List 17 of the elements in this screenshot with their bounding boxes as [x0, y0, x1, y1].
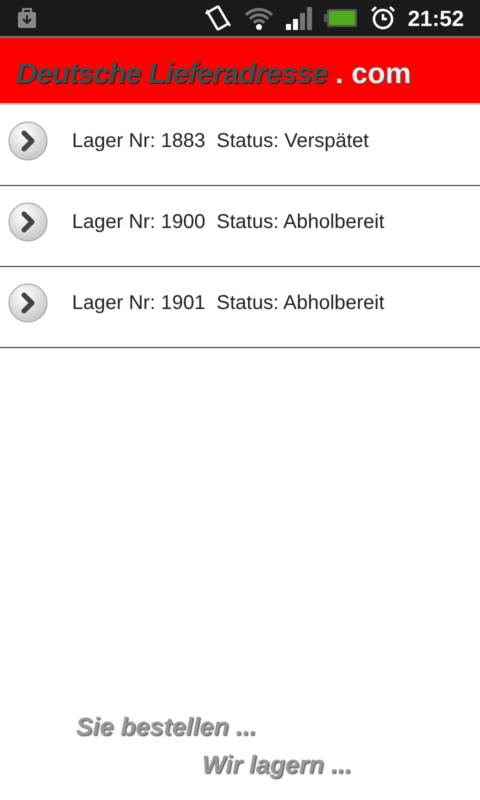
alarm-clock-icon [370, 5, 396, 31]
list-item[interactable]: Lager Nr: 1901 Status: Abholbereit [0, 267, 480, 348]
logo-name: Deutsche Lieferadresse [16, 56, 328, 92]
chevron-button-icon[interactable] [8, 202, 48, 242]
chevron-button-icon[interactable] [8, 121, 48, 161]
signal-icon [286, 6, 312, 30]
battery-icon [324, 8, 358, 28]
chevron-button-icon[interactable] [8, 283, 48, 323]
slogan-text: Sie bestellen ... [76, 712, 258, 743]
list-item[interactable]: Lager Nr: 1883 Status: Verspätet [0, 105, 480, 186]
logo-domain: . com [335, 56, 412, 92]
list-item[interactable]: Lager Nr: 1900 Status: Abholbereit [0, 186, 480, 267]
slogan-text: Wir lagern ... [202, 750, 353, 780]
download-icon [16, 7, 38, 29]
vibrate-icon [204, 4, 232, 32]
wifi-icon [244, 5, 274, 31]
clock-time: 21:52 [408, 4, 464, 32]
